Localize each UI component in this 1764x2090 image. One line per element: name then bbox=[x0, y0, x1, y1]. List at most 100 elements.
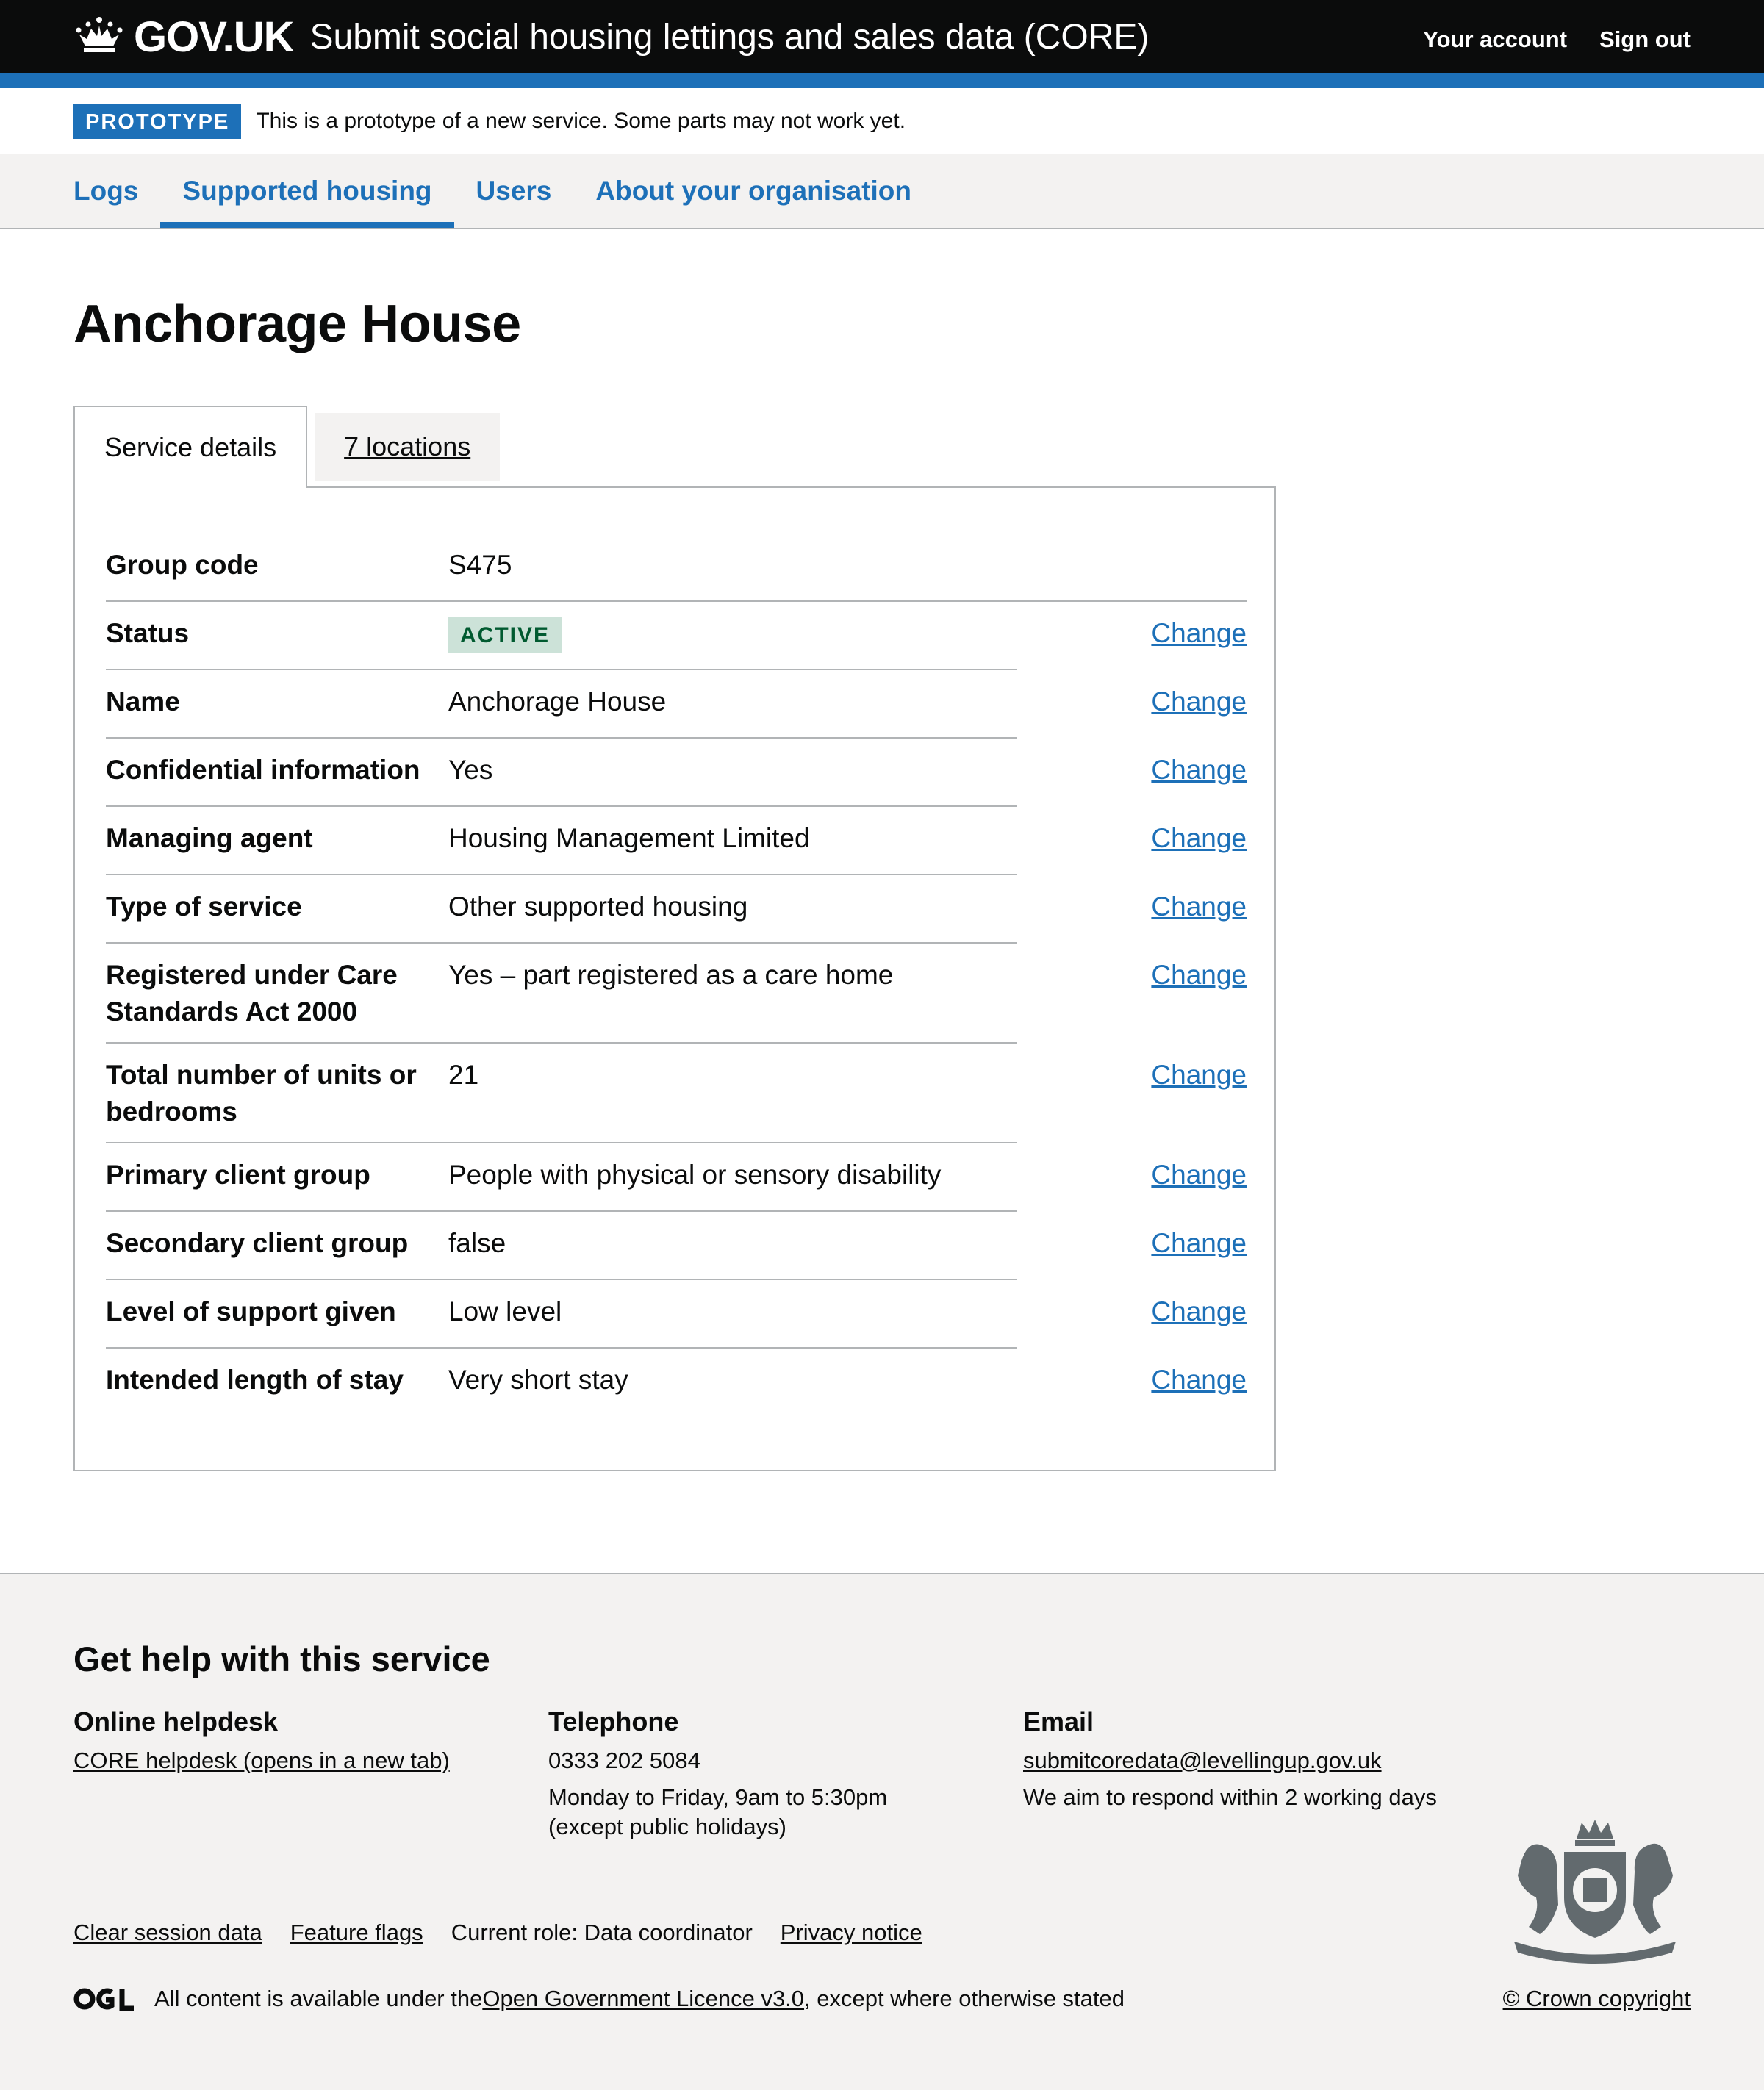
summary-row-confidential: Confidential information Yes Change bbox=[106, 739, 1247, 807]
summary-key: Registered under Care Standards Act 2000 bbox=[106, 960, 398, 1027]
summary-value: false bbox=[448, 1228, 506, 1258]
change-name-link[interactable]: Change bbox=[1151, 686, 1247, 717]
summary-key: Secondary client group bbox=[106, 1228, 409, 1258]
site-footer: Get help with this service Online helpde… bbox=[0, 1573, 1764, 2090]
summary-value: S475 bbox=[448, 550, 512, 580]
nav-item-logs[interactable]: Logs bbox=[51, 154, 160, 228]
service-details-panel: Group code S475 Status ACTIVE Change Nam… bbox=[74, 486, 1276, 1471]
summary-row-care-standards: Registered under Care Standards Act 2000… bbox=[106, 944, 1247, 1044]
email-link[interactable]: submitcoredata@levellingup.gov.uk bbox=[1023, 1746, 1479, 1775]
summary-key: Primary client group bbox=[106, 1160, 370, 1190]
feature-flags-link[interactable]: Feature flags bbox=[290, 1920, 423, 1946]
summary-key: Level of support given bbox=[106, 1296, 396, 1326]
licence-row: All content is available under the Open … bbox=[74, 1986, 1125, 2012]
summary-action: Change bbox=[1114, 1057, 1247, 1130]
change-care-standards-link[interactable]: Change bbox=[1151, 960, 1247, 990]
nav-item-supported-housing[interactable]: Supported housing bbox=[160, 154, 454, 228]
licence-link[interactable]: Open Government Licence v3.0 bbox=[482, 1986, 804, 2012]
summary-value: Other supported housing bbox=[448, 891, 748, 922]
summary-row-status: Status ACTIVE Change bbox=[106, 602, 1247, 670]
summary-action: Change bbox=[1114, 615, 1247, 657]
page-title: Anchorage House bbox=[74, 295, 521, 353]
summary-action: Change bbox=[1114, 683, 1247, 725]
footer-email: Email submitcoredata@levellingup.gov.uk … bbox=[1023, 1706, 1479, 1812]
summary-value: People with physical or sensory disabili… bbox=[448, 1160, 942, 1190]
tab-locations: 7 locations bbox=[315, 413, 501, 481]
change-type-of-service-link[interactable]: Change bbox=[1151, 891, 1247, 922]
header-links: Your account Sign out bbox=[1423, 26, 1690, 53]
nav-item-users[interactable]: Users bbox=[454, 154, 574, 228]
phase-text: This is a prototype of a new service. So… bbox=[256, 109, 906, 133]
current-role-text: Current role: Data coordinator bbox=[451, 1920, 753, 1945]
summary-key: Group code bbox=[106, 550, 259, 580]
summary-action: Change bbox=[1114, 752, 1247, 794]
ogl-logo-icon bbox=[74, 1988, 134, 2011]
summary-row-type-of-service: Type of service Other supported housing … bbox=[106, 875, 1247, 944]
summary-action: Change bbox=[1114, 1293, 1247, 1335]
royal-crest-icon bbox=[1514, 1820, 1676, 1964]
email-title: Email bbox=[1023, 1706, 1094, 1737]
crown-icon bbox=[76, 17, 123, 52]
telephone-hours: Monday to Friday, 9am to 5:30pm (except p… bbox=[548, 1783, 1004, 1842]
change-secondary-client-group-link[interactable]: Change bbox=[1151, 1228, 1247, 1258]
helpdesk-title: Online helpdesk bbox=[74, 1706, 279, 1737]
email-note: We aim to respond within 2 working days bbox=[1023, 1784, 1437, 1810]
helpdesk-link[interactable]: CORE helpdesk (opens in a new tab) bbox=[74, 1746, 529, 1775]
change-length-of-stay-link[interactable]: Change bbox=[1151, 1365, 1247, 1395]
change-managing-agent-link[interactable]: Change bbox=[1151, 823, 1247, 853]
summary-action: Change bbox=[1114, 1362, 1247, 1404]
crown-copyright-link[interactable]: © Crown copyright bbox=[1503, 1986, 1690, 2012]
govuk-logo-text[interactable]: GOV.UK bbox=[134, 12, 294, 62]
telephone-title: Telephone bbox=[548, 1706, 679, 1737]
summary-key: Total number of units or bedrooms bbox=[106, 1060, 417, 1127]
nav-item-about-your-organisation[interactable]: About your organisation bbox=[573, 154, 933, 228]
summary-row-support-level: Level of support given Low level Change bbox=[106, 1280, 1247, 1349]
licence-prefix: All content is available under the bbox=[154, 1986, 483, 2011]
change-confidential-link[interactable]: Change bbox=[1151, 755, 1247, 785]
summary-row-primary-client-group: Primary client group People with physica… bbox=[106, 1143, 1247, 1212]
summary-row-name: Name Anchorage House Change bbox=[106, 670, 1247, 739]
summary-row-managing-agent: Managing agent Housing Management Limite… bbox=[106, 807, 1247, 875]
summary-key: Type of service bbox=[106, 891, 302, 922]
summary-value: Low level bbox=[448, 1296, 562, 1326]
your-account-link[interactable]: Your account bbox=[1423, 26, 1567, 53]
summary-row-secondary-client-group: Secondary client group false Change bbox=[106, 1212, 1247, 1280]
summary-value: ACTIVE bbox=[448, 615, 1114, 657]
summary-action: Change bbox=[1114, 1225, 1247, 1267]
sign-out-link[interactable]: Sign out bbox=[1599, 26, 1690, 53]
summary-key: Managing agent bbox=[106, 823, 313, 853]
change-primary-client-group-link[interactable]: Change bbox=[1151, 1160, 1247, 1190]
summary-value: Anchorage House bbox=[448, 686, 667, 717]
telephone-hours-line2: (except public holidays) bbox=[548, 1814, 786, 1839]
header-blue-bar bbox=[0, 73, 1764, 88]
summary-value: Yes bbox=[448, 755, 493, 785]
phase-tag: PROTOTYPE bbox=[74, 104, 242, 139]
status-badge: ACTIVE bbox=[448, 617, 562, 653]
footer-helpdesk: Online helpdesk CORE helpdesk (opens in … bbox=[74, 1706, 529, 1775]
licence-suffix: , except where otherwise stated bbox=[804, 1986, 1125, 2011]
summary-row-group-code: Group code S475 bbox=[106, 534, 1247, 602]
summary-value: Yes – part registered as a care home bbox=[448, 960, 894, 990]
tab-locations-link[interactable]: 7 locations bbox=[344, 431, 470, 462]
footer-heading: Get help with this service bbox=[74, 1640, 490, 1678]
header-container: GOV.UK Submit social housing lettings an… bbox=[74, 0, 1690, 73]
change-total-units-link[interactable]: Change bbox=[1151, 1060, 1247, 1090]
footer-meta-links: Clear session data Feature flags Current… bbox=[74, 1920, 922, 1946]
privacy-notice-link[interactable]: Privacy notice bbox=[781, 1920, 922, 1946]
service-name[interactable]: Submit social housing lettings and sales… bbox=[309, 17, 1149, 57]
summary-action: Change bbox=[1114, 1157, 1247, 1199]
primary-navigation: Logs Supported housing Users About your … bbox=[0, 154, 1764, 229]
summary-action: Change bbox=[1114, 957, 1247, 1030]
summary-key: Intended length of stay bbox=[106, 1365, 404, 1395]
summary-row-total-units: Total number of units or bedrooms 21 Cha… bbox=[106, 1044, 1247, 1143]
summary-list: Group code S475 Status ACTIVE Change Nam… bbox=[106, 534, 1247, 1417]
summary-action-empty bbox=[1114, 547, 1247, 589]
change-support-level-link[interactable]: Change bbox=[1151, 1296, 1247, 1326]
clear-session-link[interactable]: Clear session data bbox=[74, 1920, 262, 1946]
phase-banner: PROTOTYPE This is a prototype of a new s… bbox=[0, 88, 1764, 154]
summary-value: 21 bbox=[448, 1060, 479, 1090]
site-header: GOV.UK Submit social housing lettings an… bbox=[0, 0, 1764, 73]
summary-value: Housing Management Limited bbox=[448, 823, 810, 853]
tab-service-details[interactable]: Service details bbox=[74, 406, 308, 488]
change-status-link[interactable]: Change bbox=[1151, 618, 1247, 648]
